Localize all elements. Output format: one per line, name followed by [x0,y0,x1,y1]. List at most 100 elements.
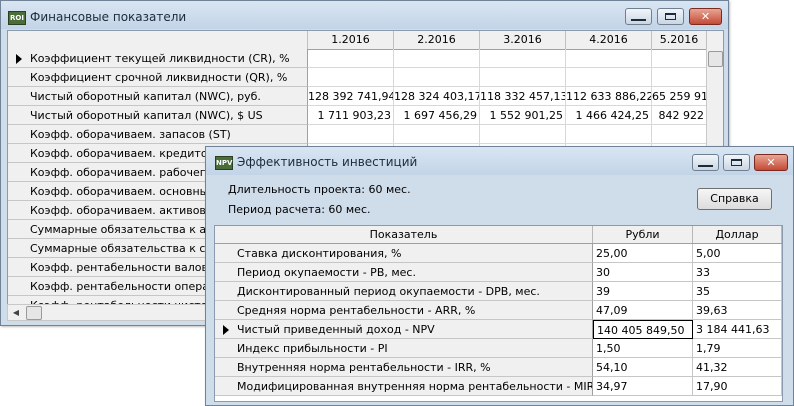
dollars-value[interactable]: 33 [693,263,782,282]
grid-header: 1.2016 2.2016 3.2016 4.2016 5.2016 [8,31,723,50]
maximize-button[interactable] [657,8,684,25]
roi-app-icon: ROI [8,11,26,25]
table-row[interactable]: Чистый приведенный доход - NPV 140 405 84… [215,320,782,339]
table-cell[interactable] [308,49,394,68]
table-cell[interactable]: 118 332 457,13 [480,87,566,106]
table-cell[interactable] [652,49,707,68]
dollars-value[interactable]: 41,32 [693,358,782,377]
table-cell[interactable]: 1 466 424,25 [566,106,652,125]
investment-indicators-grid[interactable]: Показатель Рубли Доллар Ставка дисконтир… [214,225,783,402]
rubles-value[interactable]: 1,50 [593,339,693,358]
rubles-value[interactable]: 47,09 [593,301,693,320]
column-header-dollars[interactable]: Доллар [693,226,782,243]
table-cell[interactable] [394,125,480,144]
table-row[interactable]: Ставка дисконтирования, % 25,00 5,00 [215,244,782,263]
column-header[interactable]: 4.2016 [566,31,652,49]
rubles-value[interactable]: 30 [593,263,693,282]
indicator-label[interactable]: Внутренняя норма рентабельности - IRR, % [215,358,593,377]
table-cell[interactable]: 1 697 456,29 [394,106,480,125]
close-button[interactable]: ✕ [689,8,722,25]
investment-efficiency-window: NPV Эффективность инвестиций ✕ Длительно… [205,146,794,406]
indicator-label[interactable]: Период окупаемости - PB, мес. [215,263,593,282]
table-row[interactable]: Внутренняя норма рентабельности - IRR, %… [215,358,782,377]
rubles-value[interactable]: 39 [593,282,693,301]
dollars-value[interactable]: 3 184 441,63 [693,320,782,339]
table-cell[interactable]: 65 259 915 [652,87,707,106]
indicator-label[interactable]: Индекс прибыльности - PI [215,339,593,358]
table-row[interactable]: Средняя норма рентабельности - ARR, % 47,… [215,301,782,320]
table-cell[interactable] [566,68,652,87]
close-button[interactable]: ✕ [754,154,788,171]
table-cell[interactable] [566,125,652,144]
table-cell[interactable] [308,125,394,144]
row-label[interactable]: Коэффициент срочной ликвидности (QR), % [8,68,308,87]
table-cell[interactable] [652,68,707,87]
scroll-left-icon[interactable]: ◀ [8,305,24,321]
table-row[interactable]: Коэффициент текущей ликвидности (CR), % [8,49,723,68]
dollars-value[interactable]: 5,00 [693,244,782,263]
window-title: Эффективность инвестиций [237,155,418,169]
row-label[interactable]: Коэффициент текущей ликвидности (CR), % [8,49,308,68]
dollars-value[interactable]: 1,79 [693,339,782,358]
column-header[interactable]: 1.2016 [308,31,394,49]
table-cell[interactable] [394,68,480,87]
indicator-label[interactable]: Дисконтированный период окупаемости - DP… [215,282,593,301]
help-button[interactable]: Справка [697,188,772,210]
calculation-period: Период расчета: 60 мес. [228,203,371,216]
rubles-value[interactable]: 25,00 [593,244,693,263]
indicator-label[interactable]: Модифицированная внутренняя норма рентаб… [215,377,593,396]
table-cell[interactable]: 1 711 903,23 [308,106,394,125]
table-cell[interactable] [394,49,480,68]
table-row[interactable]: Чистый оборотный капитал (NWC), руб. 128 … [8,87,723,106]
table-cell[interactable] [480,49,566,68]
corner-cell [8,31,308,49]
maximize-icon [665,13,676,20]
table-cell[interactable]: 128 324 403,17 [394,87,480,106]
title-bar[interactable]: ROI Финансовые показатели ✕ [1,1,728,29]
indicator-label[interactable]: Чистый приведенный доход - NPV [215,320,593,339]
table-row[interactable]: Коэфф. оборачиваем. запасов (ST) [8,125,723,144]
close-icon: ✕ [766,156,776,169]
table-cell[interactable] [652,125,707,144]
table-cell[interactable] [480,68,566,87]
maximize-button[interactable] [723,154,750,171]
current-row-arrow-icon [16,54,22,64]
table-cell[interactable]: 842 922 [652,106,707,125]
horizontal-scroll-thumb[interactable] [26,306,42,320]
dollars-value[interactable]: 35 [693,282,782,301]
table-cell[interactable] [480,125,566,144]
table-row[interactable]: Чистый оборотный капитал (NWC), $ US 1 71… [8,106,723,125]
table-cell[interactable] [308,68,394,87]
table-row[interactable]: Модифицированная внутренняя норма рентаб… [215,377,782,396]
scroll-thumb[interactable] [708,51,723,67]
minimize-button[interactable] [692,154,719,171]
row-label[interactable]: Чистый оборотный капитал (NWC), руб. [8,87,308,106]
rubles-value[interactable]: 140 405 849,50 [593,320,693,339]
indicator-label[interactable]: Ставка дисконтирования, % [215,244,593,263]
table-row[interactable]: Коэффициент срочной ликвидности (QR), % [8,68,723,87]
indicator-label[interactable]: Средняя норма рентабельности - ARR, % [215,301,593,320]
column-header[interactable]: 3.2016 [480,31,566,49]
dollars-value[interactable]: 39,63 [693,301,782,320]
dollars-value[interactable]: 17,90 [693,377,782,396]
column-header-rubles[interactable]: Рубли [593,226,693,243]
row-label[interactable]: Чистый оборотный капитал (NWC), $ US [8,106,308,125]
table-cell[interactable]: 112 633 886,22 [566,87,652,106]
table-row[interactable]: Период окупаемости - PB, мес. 30 33 [215,263,782,282]
close-icon: ✕ [700,10,711,23]
table-row[interactable]: Индекс прибыльности - PI 1,50 1,79 [215,339,782,358]
column-header-indicator[interactable]: Показатель [215,226,593,243]
column-header[interactable]: 5.2016 [652,31,707,49]
table-cell[interactable]: 128 392 741,94 [308,87,394,106]
minimize-button[interactable] [625,8,652,25]
rubles-value[interactable]: 34,97 [593,377,693,396]
table-cell[interactable]: 1 552 901,25 [480,106,566,125]
title-bar[interactable]: NPV Эффективность инвестиций ✕ [206,147,793,175]
row-label[interactable]: Коэфф. оборачиваем. запасов (ST) [8,125,308,144]
horizontal-scrollbar[interactable]: ◀ [7,304,207,321]
column-header[interactable]: 2.2016 [394,31,480,49]
table-cell[interactable] [566,49,652,68]
minimize-icon [631,19,646,21]
rubles-value[interactable]: 54,10 [593,358,693,377]
table-row[interactable]: Дисконтированный период окупаемости - DP… [215,282,782,301]
